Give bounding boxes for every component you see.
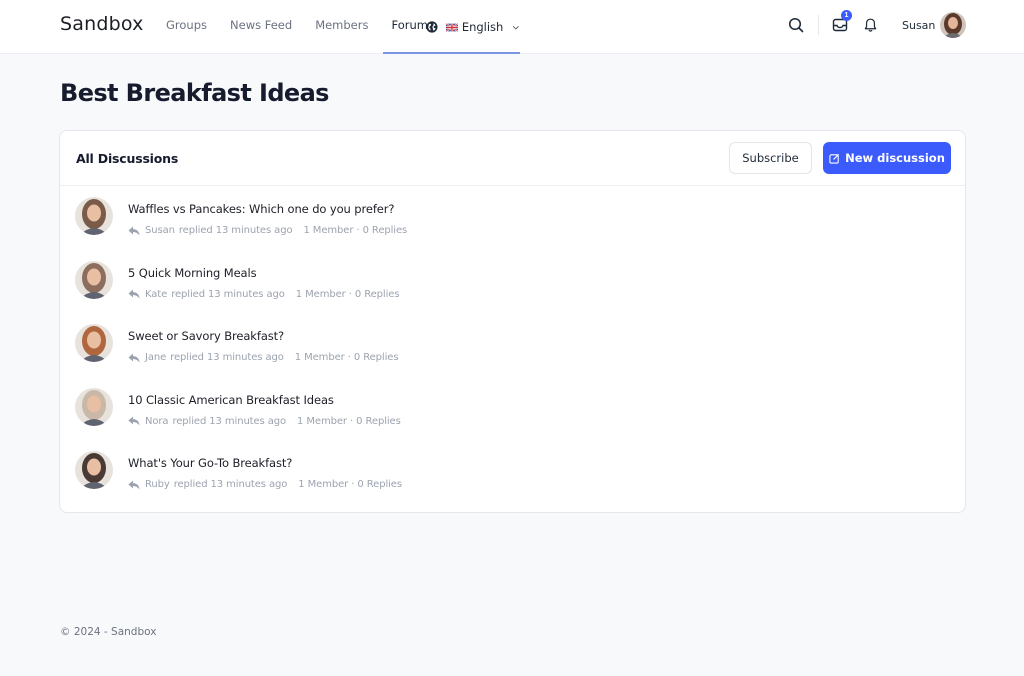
language-selector[interactable]: English	[417, 0, 520, 54]
discussion-stats: 1 Member · 0 Replies	[298, 479, 402, 490]
discussion-action: replied 13 minutes ago	[173, 479, 288, 490]
discussion-title[interactable]: Waffles vs Pancakes: Which one do you pr…	[128, 202, 394, 216]
discussion-action: replied 13 minutes ago	[178, 225, 293, 236]
reply-icon	[128, 480, 140, 489]
footer-copyright: © 2024 - Sandbox	[60, 626, 157, 638]
discussion-title[interactable]: Sweet or Savory Breakfast?	[128, 329, 284, 343]
reply-icon	[128, 353, 140, 362]
discussion-meta: Jane replied 13 minutes ago 1 Member · 0…	[128, 352, 399, 363]
discussion-stats: 1 Member · 0 Replies	[303, 225, 408, 236]
reply-icon	[128, 226, 140, 235]
main-nav: Groups News Feed Members Forums	[166, 0, 457, 54]
nav-item-news-feed[interactable]: News Feed	[230, 0, 292, 54]
discussion-meta: Nora replied 13 minutes ago 1 Member · 0…	[128, 416, 401, 427]
discussion-action: replied 13 minutes ago	[172, 415, 287, 427]
user-name[interactable]: Susan	[902, 19, 935, 32]
reply-icon	[128, 416, 140, 426]
discussion-title[interactable]: 10 Classic American Breakfast Ideas	[128, 393, 334, 407]
discussion-row[interactable]: What's Your Go-To Breakfast? Ruby replie…	[60, 441, 965, 505]
globe-icon	[426, 21, 438, 33]
discussion-meta: Susan replied 13 minutes ago 1 Member · …	[128, 225, 407, 236]
chevron-down-icon	[513, 25, 520, 30]
discussions-card: All Discussions Subscribe New discussion…	[59, 130, 966, 513]
uk-flag-icon	[445, 22, 458, 32]
top-navbar: Sandbox Groups News Feed Members Forums …	[0, 0, 1024, 54]
discussion-stats: 1 Member · 0 Replies	[297, 415, 401, 427]
card-title: All Discussions	[76, 151, 179, 166]
discussion-row[interactable]: 5 Quick Morning Meals Kate replied 13 mi…	[60, 251, 965, 315]
edit-icon	[829, 153, 840, 164]
avatar	[75, 324, 113, 362]
avatar	[75, 387, 113, 426]
new-discussion-label: New discussion	[845, 151, 945, 165]
bell-icon[interactable]	[863, 17, 878, 33]
discussion-user[interactable]: Kate	[145, 289, 167, 300]
subscribe-button[interactable]: Subscribe	[729, 142, 812, 174]
discussion-title[interactable]: What's Your Go-To Breakfast?	[128, 456, 292, 470]
user-avatar[interactable]	[940, 12, 966, 38]
discussion-stats: 1 Member · 0 Replies	[294, 352, 399, 363]
brand-logo[interactable]: Sandbox	[60, 13, 144, 35]
toolbar-divider	[818, 15, 819, 35]
page-title: Best Breakfast Ideas	[60, 79, 329, 107]
discussion-title[interactable]: 5 Quick Morning Meals	[128, 266, 257, 280]
new-discussion-button[interactable]: New discussion	[823, 142, 951, 174]
discussion-meta: Ruby replied 13 minutes ago 1 Member · 0…	[128, 479, 402, 490]
search-icon[interactable]	[788, 17, 804, 33]
discussion-stats: 1 Member · 0 Replies	[295, 288, 400, 300]
language-label: English	[461, 20, 504, 34]
nav-item-groups[interactable]: Groups	[166, 0, 207, 54]
discussion-meta: Kate replied 13 minutes ago 1 Member · 0…	[128, 288, 400, 300]
reply-icon	[128, 289, 140, 299]
discussion-action: replied 13 minutes ago	[170, 352, 284, 363]
inbox-badge: 1	[841, 10, 852, 21]
discussion-list: Waffles vs Pancakes: Which one do you pr…	[60, 187, 965, 505]
avatar	[75, 260, 113, 299]
avatar	[75, 451, 113, 489]
discussion-user[interactable]: Susan	[145, 225, 175, 236]
nav-item-members[interactable]: Members	[315, 0, 368, 54]
discussion-user[interactable]: Jane	[145, 352, 166, 363]
card-header: All Discussions Subscribe New discussion	[60, 131, 965, 186]
discussion-user[interactable]: Ruby	[145, 479, 170, 490]
discussion-row[interactable]: Waffles vs Pancakes: Which one do you pr…	[60, 187, 965, 251]
avatar	[75, 197, 113, 235]
discussion-row[interactable]: Sweet or Savory Breakfast? Jane replied …	[60, 314, 965, 378]
discussion-user[interactable]: Nora	[145, 416, 169, 427]
discussion-action: replied 13 minutes ago	[171, 288, 285, 300]
discussion-row[interactable]: 10 Classic American Breakfast Ideas Nora…	[60, 378, 965, 442]
